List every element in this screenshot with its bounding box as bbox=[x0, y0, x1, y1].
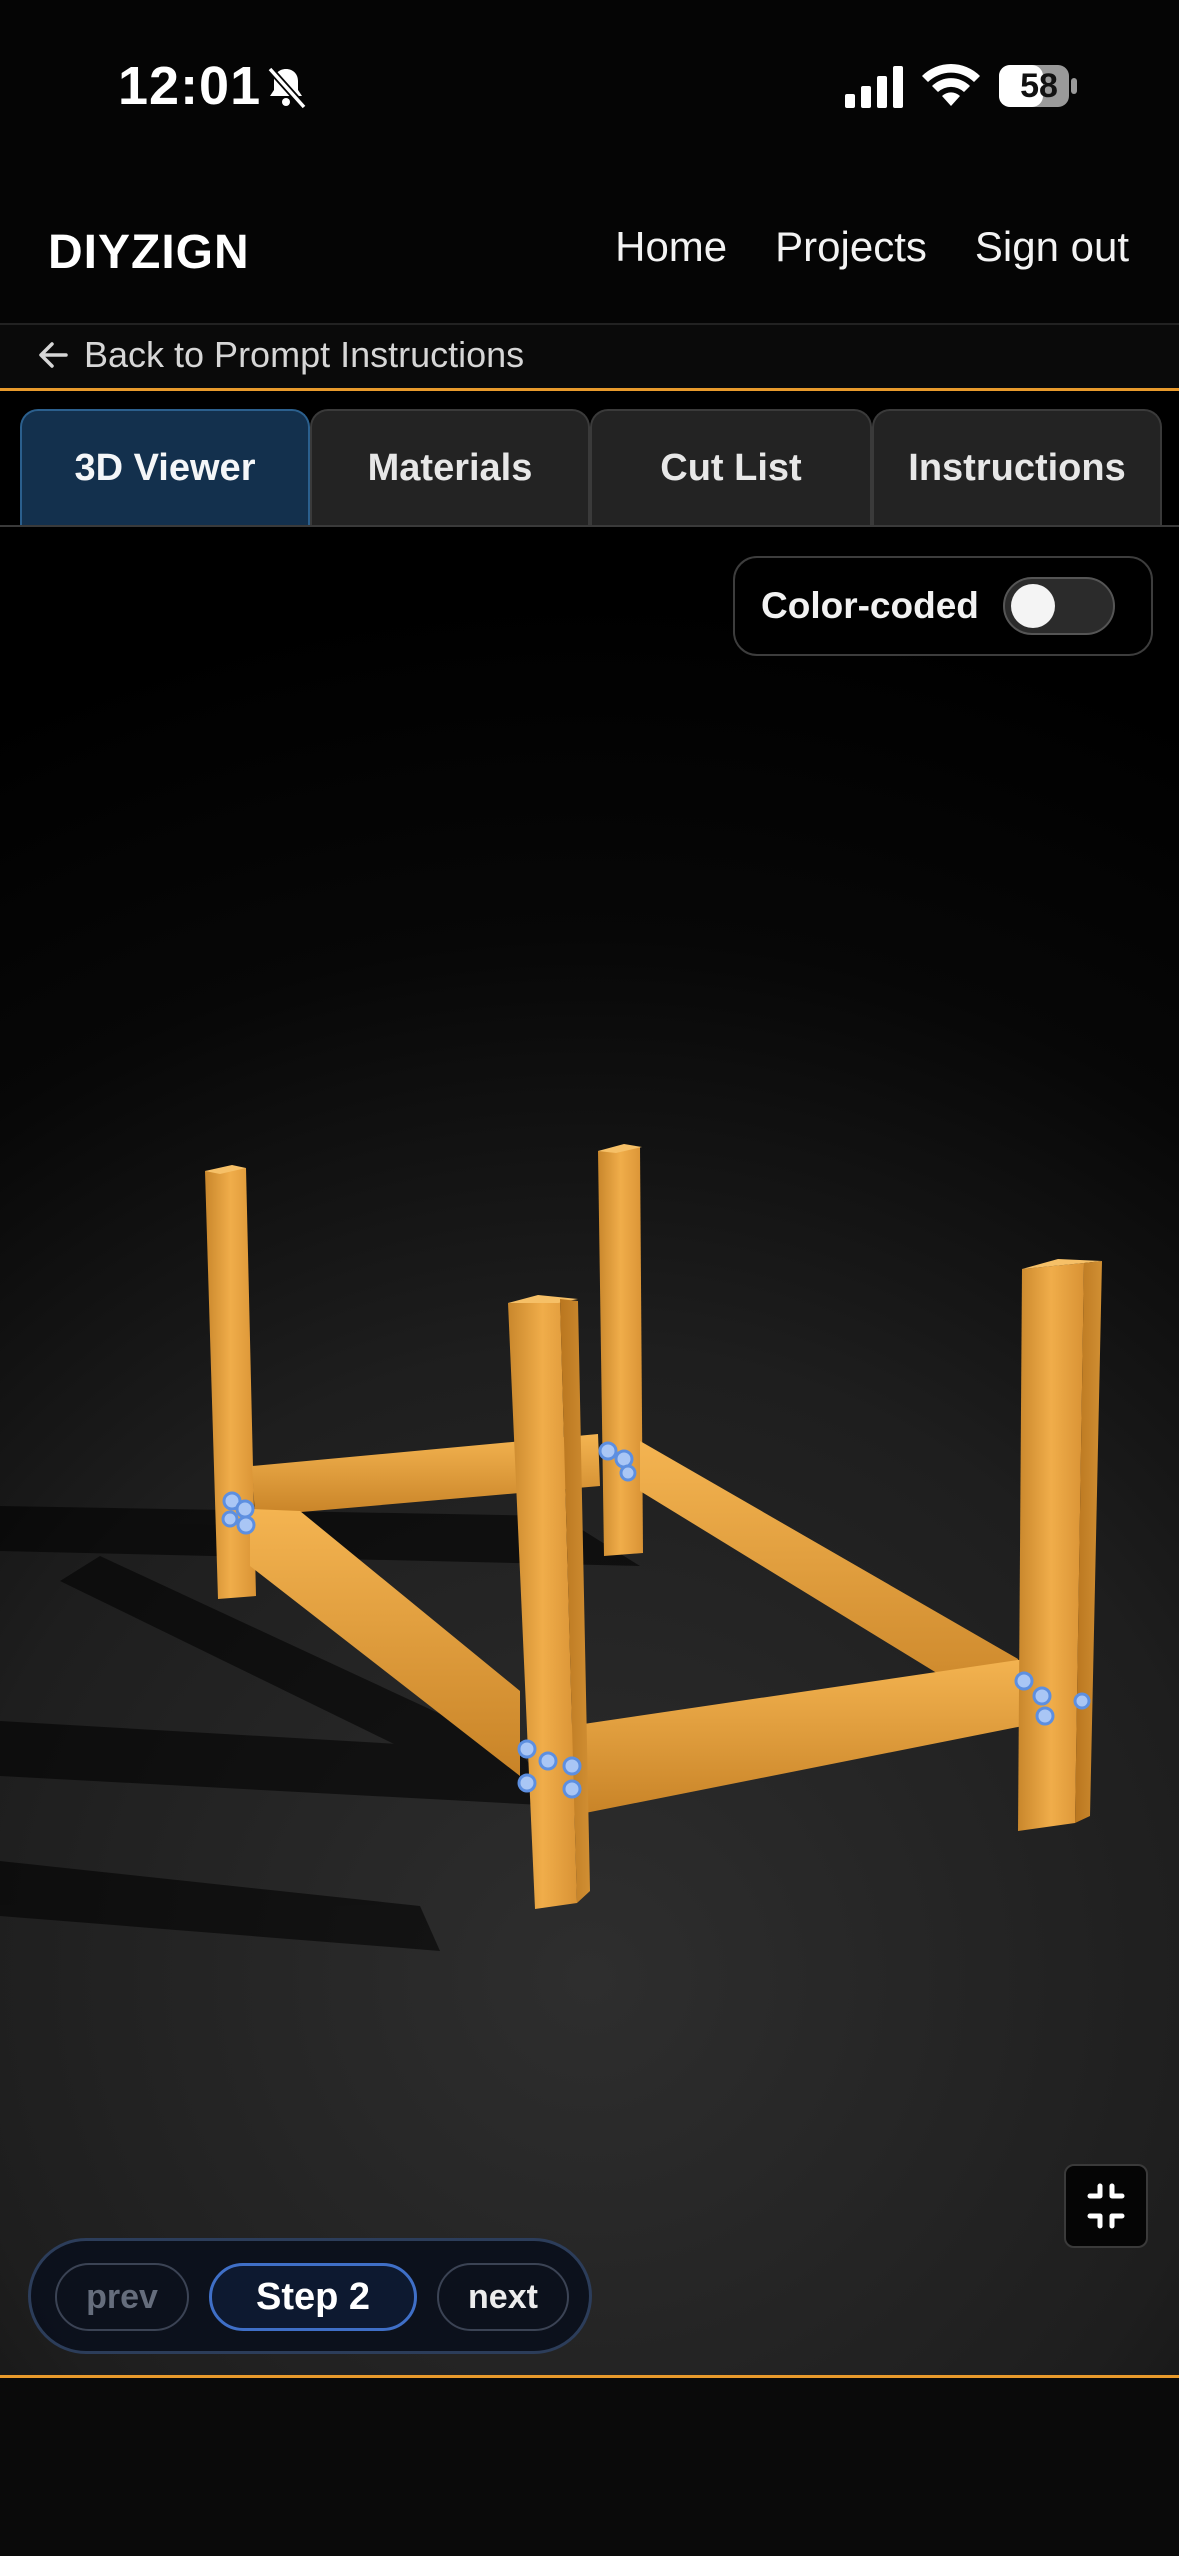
tab-cut-list[interactable]: Cut List bbox=[590, 409, 872, 525]
next-step-button[interactable]: next bbox=[437, 2263, 569, 2331]
tab-materials[interactable]: Materials bbox=[310, 409, 590, 525]
collapse-icon bbox=[1087, 2183, 1125, 2229]
viewer-panel: 3D Viewer Materials Cut List Instruction… bbox=[0, 388, 1179, 2378]
tab-instructions[interactable]: Instructions bbox=[872, 409, 1162, 525]
color-coded-switch[interactable] bbox=[1002, 577, 1115, 635]
step-navigator: prev Step 2 next bbox=[28, 2238, 592, 2354]
bell-slash-icon bbox=[267, 66, 307, 110]
nav-projects[interactable]: Projects bbox=[775, 223, 927, 271]
tab-3d-viewer[interactable]: 3D Viewer bbox=[20, 409, 310, 525]
collapse-view-button[interactable] bbox=[1064, 2164, 1148, 2248]
back-to-prompt-link[interactable]: Back to Prompt Instructions bbox=[36, 330, 524, 380]
color-coded-label: Color-coded bbox=[761, 585, 979, 626]
color-coded-toggle-box: Color-coded bbox=[733, 556, 1153, 656]
nav-home[interactable]: Home bbox=[615, 223, 727, 271]
battery-level: 58 bbox=[1020, 67, 1058, 105]
current-step-indicator[interactable]: Step 2 bbox=[209, 2263, 417, 2331]
status-bar: 12:01 58 bbox=[0, 0, 1179, 175]
app-header: DIYZIGN Home Projects Sign out bbox=[0, 175, 1179, 325]
3d-scene-canvas[interactable] bbox=[0, 391, 1179, 2378]
main-nav: Home Projects Sign out bbox=[615, 223, 1129, 271]
switch-knob bbox=[1010, 584, 1055, 628]
status-time: 12:01 bbox=[118, 56, 262, 116]
tabs-divider bbox=[0, 525, 1179, 527]
brand-logo[interactable]: DIYZIGN bbox=[48, 225, 250, 280]
wifi-icon bbox=[922, 63, 980, 106]
signal-icon bbox=[845, 66, 903, 108]
nav-sign-out[interactable]: Sign out bbox=[975, 223, 1129, 271]
viewer-tabs: 3D Viewer Materials Cut List Instruction… bbox=[20, 409, 1179, 527]
prev-step-button[interactable]: prev bbox=[55, 2263, 189, 2331]
back-link-label: Back to Prompt Instructions bbox=[84, 334, 525, 375]
arrow-left-icon bbox=[39, 342, 68, 368]
